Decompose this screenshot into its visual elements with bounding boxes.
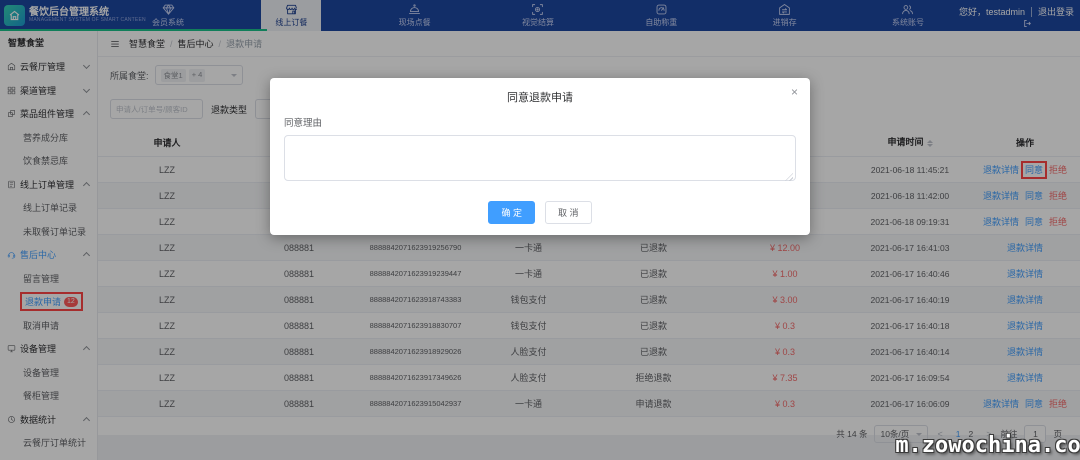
reason-textarea-wrap bbox=[284, 135, 796, 186]
reason-textarea[interactable] bbox=[284, 135, 796, 181]
refund-approve-modal: 同意退款申请 × 同意理由 确 定 取 消 bbox=[270, 78, 810, 235]
modal-body: 同意理由 确 定 取 消 bbox=[270, 105, 810, 224]
app-root: 餐饮后台管理系统 MANAGEMENT SYSTEM OF SMART CANT… bbox=[0, 0, 1080, 460]
reason-label: 同意理由 bbox=[284, 115, 796, 129]
watermark: m.zowochina.com bbox=[895, 433, 1080, 458]
confirm-button[interactable]: 确 定 bbox=[488, 201, 535, 224]
cancel-button[interactable]: 取 消 bbox=[545, 201, 592, 224]
modal-footer: 确 定 取 消 bbox=[284, 201, 796, 224]
close-icon[interactable]: × bbox=[791, 86, 798, 98]
modal-title: 同意退款申请 bbox=[270, 78, 810, 105]
